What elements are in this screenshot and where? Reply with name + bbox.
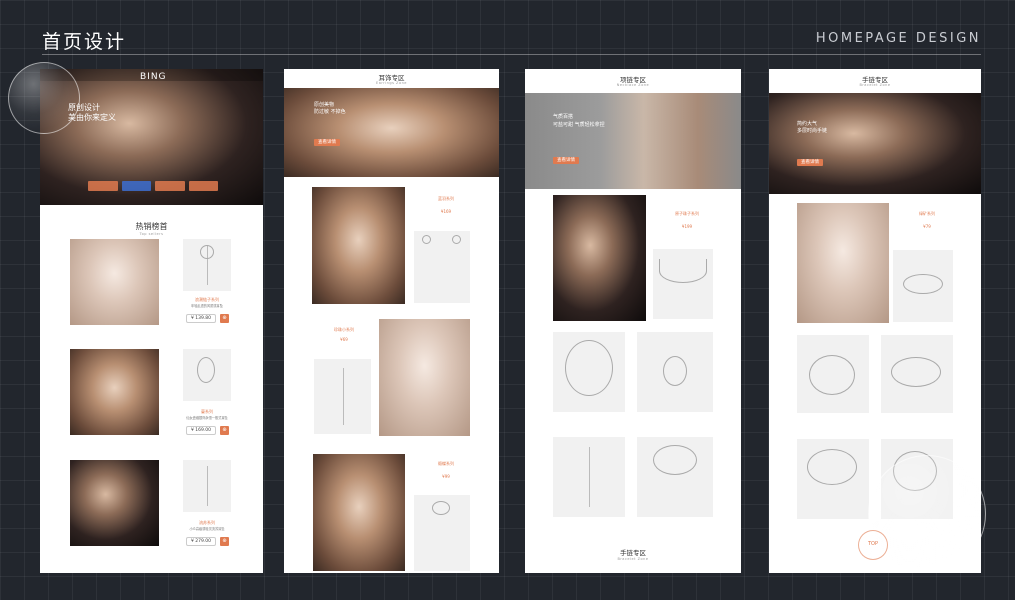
hero-slogan: 防过敏 不掉色 <box>314 109 346 115</box>
product-price: ¥169 <box>440 209 452 214</box>
model-photo <box>70 239 159 325</box>
cart-icon[interactable]: ⊕ <box>220 426 229 435</box>
product-name: 浪潮链子系列 <box>195 297 219 302</box>
necklace-panel: 项链专区 Necklace Zone 气质百搭 可盐可甜 气质轻松拿捏 查看详情… <box>525 69 741 573</box>
header-divider <box>42 54 981 55</box>
product-image[interactable] <box>183 239 231 291</box>
product-price: ¥69 <box>340 337 348 342</box>
homepage-panel: BING 原创设计 美由你来定义 热销榜首 Top sellers 浪潮链子系列… <box>40 69 263 573</box>
product-name: 原子珠子系列 <box>675 211 699 216</box>
zone-subtitle: Bracelet Zone <box>859 83 891 87</box>
price-label: ¥ 279.00 <box>186 537 216 546</box>
product-image[interactable] <box>414 231 470 303</box>
hero-title: 原创美物 <box>314 102 335 108</box>
product-image[interactable] <box>414 495 470 571</box>
product-image[interactable] <box>183 349 231 401</box>
product-name: 绿矿系列 <box>919 211 935 216</box>
model-photo <box>797 203 889 323</box>
product-name: 蔓系列 <box>201 409 213 414</box>
product-image[interactable] <box>183 460 231 512</box>
hero-title: 气质百搭 <box>553 114 574 120</box>
product-desc: 小众高级感轻灵流苏耳坠 <box>189 527 225 531</box>
promo-strip[interactable] <box>88 181 218 191</box>
model-photo <box>70 349 159 435</box>
cart-icon[interactable]: ⊕ <box>220 314 229 323</box>
hero-title: 简约大气 <box>797 121 818 127</box>
product-image[interactable] <box>637 437 713 517</box>
model-photo <box>553 195 646 321</box>
product-image[interactable] <box>553 332 625 412</box>
hero-slogan: 可盐可甜 气质轻松拿捏 <box>553 122 605 128</box>
top-badge: TOP <box>867 541 878 547</box>
product-image[interactable] <box>653 249 713 319</box>
product-name: 流苏系列 <box>199 520 215 525</box>
detail-button[interactable]: 查看详情 <box>314 139 340 146</box>
product-price: ¥79 <box>923 224 931 229</box>
detail-button[interactable]: 查看详情 <box>553 157 579 164</box>
decor-bubble <box>868 455 986 573</box>
model-photo <box>379 319 470 436</box>
earrings-panel: 耳饰专区 Earrings Zone 原创美物 防过敏 不掉色 查看详情 蓝羽系… <box>284 69 499 573</box>
product-image[interactable] <box>881 335 953 413</box>
model-photo <box>312 187 405 304</box>
section-title: 热销榜首 <box>135 222 168 231</box>
product-name: 珍珠小系列 <box>334 327 354 332</box>
page-subtitle: HOMEPAGE DESIGN <box>815 31 981 46</box>
next-zone-title: 手链专区 <box>620 549 646 557</box>
zone-subtitle: Necklace Zone <box>616 83 650 87</box>
decor-bubble <box>8 62 80 134</box>
product-price: ¥199 <box>681 224 693 229</box>
product-image[interactable] <box>637 332 713 412</box>
product-desc: 年轻乱透的风质感耳坠 <box>191 304 223 308</box>
next-zone-subtitle: Bracelet Zone <box>617 557 649 561</box>
detail-button[interactable]: 查看详情 <box>797 159 823 166</box>
cart-icon[interactable]: ⊕ <box>220 537 229 546</box>
price-label: ¥ 169.00 <box>186 426 216 435</box>
page-title: 首页设计 <box>42 31 127 53</box>
product-image[interactable] <box>893 250 953 322</box>
model-photo <box>313 454 405 571</box>
product-name: 蓝羽系列 <box>438 196 454 201</box>
section-subtitle: Top sellers <box>139 232 164 236</box>
product-image[interactable] <box>797 439 869 519</box>
product-image[interactable] <box>553 437 625 517</box>
price-label: ¥ 139.80 <box>186 314 216 323</box>
zone-subtitle: Earrings Zone <box>376 81 407 85</box>
model-photo <box>70 460 159 546</box>
top-badge-bubble[interactable]: TOP <box>858 530 888 560</box>
product-price: ¥99 <box>442 474 450 479</box>
hero-slogan: 多层时尚手链 <box>797 128 828 134</box>
hero-image <box>525 93 741 189</box>
product-image[interactable] <box>797 335 869 413</box>
product-image[interactable] <box>314 359 371 434</box>
brand-logo: BING <box>140 72 167 82</box>
product-desc: 仙女盘缠银饰永恒一般式耳坠 <box>186 416 228 420</box>
hero-image <box>769 93 981 194</box>
product-name: 缎蝶系列 <box>438 461 454 466</box>
